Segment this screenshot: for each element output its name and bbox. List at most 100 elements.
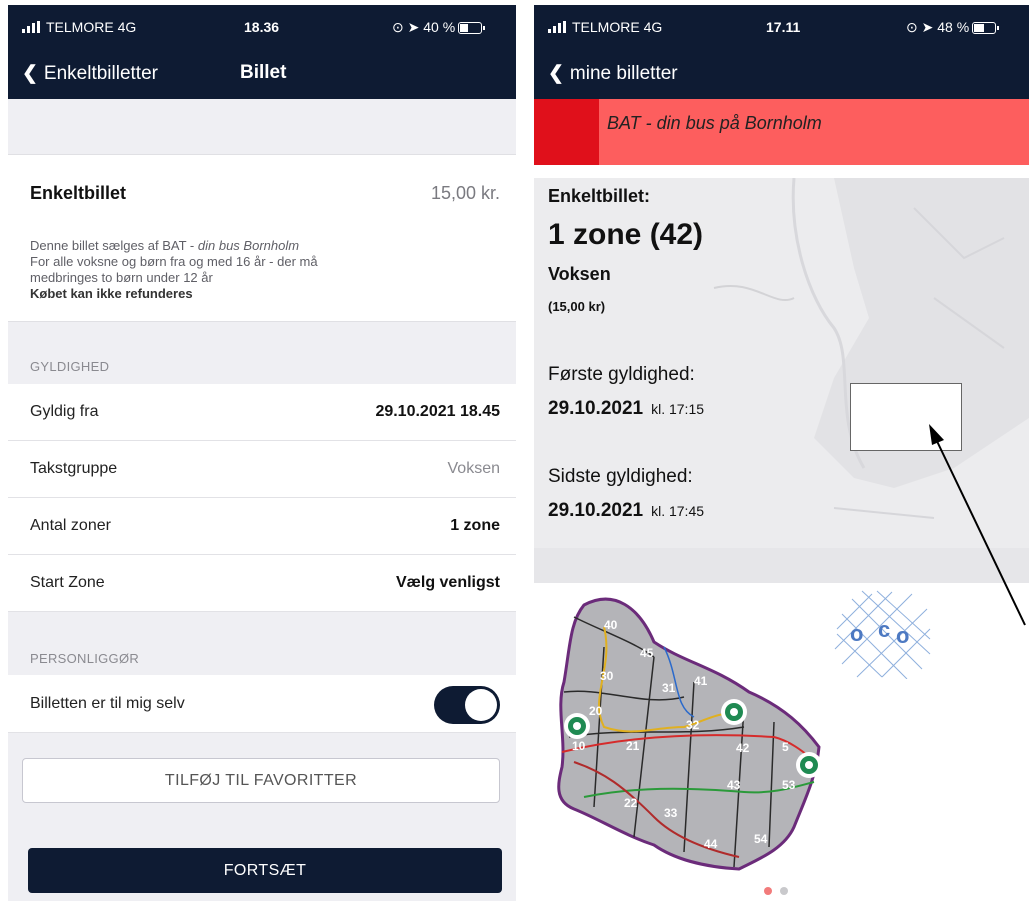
description-line: medbringes to børn under 12 år xyxy=(30,270,213,285)
description-italic: din bus Bornholm xyxy=(197,238,300,253)
ticket-price: 15,00 kr. xyxy=(430,183,500,203)
row-label: Start Zone xyxy=(30,574,105,591)
back-label: mine billetter xyxy=(569,63,678,84)
clock: 17.11 xyxy=(766,19,801,35)
navigation-bar: ❮ Enkeltbilletter Billet xyxy=(8,49,516,99)
battery-icon xyxy=(972,22,1000,34)
system-indicators: ⊙ ➤ 48 % xyxy=(906,19,1000,36)
signal-icon xyxy=(22,21,42,33)
rotation-lock-icon: ⊙ xyxy=(906,19,918,35)
zone-label: 42 xyxy=(736,741,750,755)
location-icon: ➤ xyxy=(407,19,420,35)
zone-label: 5 xyxy=(782,740,789,754)
description-line: For alle voksne og børn fra og med 16 år… xyxy=(30,254,318,269)
location-icon: ➤ xyxy=(921,19,934,35)
page-dot[interactable] xyxy=(780,887,788,895)
row-valid-from[interactable]: Gyldig fra 29.10.2021 18.45 xyxy=(8,384,516,441)
zone-label: 10 xyxy=(572,739,586,753)
page-title: Billet xyxy=(240,62,287,83)
toggle-knob xyxy=(465,689,497,721)
continue-button[interactable]: FORTSÆT xyxy=(28,848,502,893)
last-validity-time: kl. 17:45 xyxy=(651,503,705,519)
ticket-form: Enkeltbillet 15,00 kr. Denne billet sælg… xyxy=(8,99,516,901)
zone-label: 41 xyxy=(694,674,708,688)
svg-text:o: o xyxy=(896,623,909,648)
validity-section-header: GYLDIGHED xyxy=(30,359,110,374)
row-label: Antal zoner xyxy=(30,517,111,534)
passenger-type: Voksen xyxy=(548,264,611,284)
zone-label: 22 xyxy=(624,796,638,810)
row-label: Takstgruppe xyxy=(30,460,118,477)
status-bar: TELMORE 4G 17.11 ⊙ ➤ 48 % xyxy=(534,5,1029,49)
system-indicators: ⊙ ➤ 40 % xyxy=(392,19,486,36)
status-bar: TELMORE 4G 18.36 ⊙ ➤ 40 % xyxy=(8,5,516,49)
personalize-section-header: PERSONLIGGØR xyxy=(30,651,140,666)
carrier-indicator: TELMORE 4G xyxy=(22,19,136,35)
row-value: Voksen xyxy=(447,460,500,477)
chevron-left-icon: ❮ xyxy=(548,63,564,84)
zone-label: 54 xyxy=(754,832,768,846)
map-marker-icon xyxy=(721,699,747,725)
ticket-details: Enkeltbillet: 1 zone (42) Voksen (15,00 … xyxy=(534,178,1029,583)
battery-fill xyxy=(460,24,469,32)
ticket-summary-card: Enkeltbillet 15,00 kr. Denne billet sælg… xyxy=(8,154,516,322)
carrier-label: TELMORE 4G xyxy=(46,19,137,35)
toggle-label: Billetten er til mig selv xyxy=(30,695,185,712)
clock: 18.36 xyxy=(244,19,280,35)
back-button[interactable]: ❮ mine billetter xyxy=(548,62,678,85)
zone-map: 40 45 30 31 41 20 32 10 21 42 5 43 53 22… xyxy=(557,597,822,871)
row-value: 29.10.2021 18.45 xyxy=(375,403,500,420)
zone-label: 21 xyxy=(626,739,640,753)
zone-label: 33 xyxy=(664,806,678,820)
row-value: 1 zone xyxy=(450,517,500,534)
page-dot-active[interactable] xyxy=(764,887,772,895)
banner-text: BAT - din bus på Bornholm xyxy=(607,113,822,133)
last-validity-value: 29.10.2021 kl. 17:45 xyxy=(548,500,704,522)
row-start-zone[interactable]: Start Zone Vælg venligst xyxy=(8,555,516,612)
svg-text:o: o xyxy=(850,621,863,646)
description-line: Denne billet sælges af BAT - xyxy=(30,238,198,253)
carrier-indicator: TELMORE 4G xyxy=(548,19,662,35)
first-validity-date: 29.10.2021 xyxy=(548,398,644,419)
row-label: Gyldig fra xyxy=(30,403,99,420)
navigation-bar: ❮ mine billetter xyxy=(534,49,1029,99)
ticket-description: Denne billet sælges af BAT - din bus Bor… xyxy=(30,238,318,302)
zone-label: 30 xyxy=(600,669,614,683)
battery-percentage: 40 % xyxy=(423,19,456,35)
row-fare-group[interactable]: Takstgruppe Voksen xyxy=(8,441,516,498)
last-validity-date: 29.10.2021 xyxy=(548,500,644,521)
battery-percentage: 48 % xyxy=(937,19,970,35)
page-indicator xyxy=(764,882,796,900)
battery-icon xyxy=(458,22,486,34)
back-button[interactable]: ❮ Enkeltbilletter xyxy=(22,62,158,85)
add-to-favorites-button[interactable]: TILFØJ TIL FAVORITTER xyxy=(22,758,500,803)
back-label: Enkeltbilletter xyxy=(43,63,158,84)
zone-label: 43 xyxy=(727,778,741,792)
operator-security-mark-icon: o c o xyxy=(834,590,931,679)
carrier-label: TELMORE 4G xyxy=(572,19,663,35)
row-value: Vælg venligst xyxy=(395,574,500,591)
blank-code-box xyxy=(850,383,962,451)
ticket-name: Enkeltbillet xyxy=(30,183,127,203)
zone-label: 32 xyxy=(686,718,700,732)
phone-screen-ticket: TELMORE 4G 17.11 ⊙ ➤ 48 % ❮ mine billette… xyxy=(534,5,1029,903)
ticket-zone: 1 zone (42) xyxy=(548,218,704,251)
refund-notice: Købet kan ikke refunderes xyxy=(30,286,193,301)
map-marker-icon xyxy=(796,752,822,778)
ticket-type: Enkeltbillet: xyxy=(548,186,651,206)
chevron-left-icon: ❮ xyxy=(22,63,38,84)
last-validity-label: Sidste gyldighed: xyxy=(548,466,693,487)
first-validity-label: Første gyldighed: xyxy=(548,364,695,385)
phone-screen-purchase: TELMORE 4G 18.36 ⊙ ➤ 40 % ❮ Enkeltbillett… xyxy=(8,5,516,901)
zone-label: 40 xyxy=(604,618,618,632)
zone-label: 45 xyxy=(640,646,654,660)
first-validity-time: kl. 17:15 xyxy=(651,401,705,417)
for-myself-toggle[interactable] xyxy=(434,686,500,724)
first-validity-value: 29.10.2021 kl. 17:15 xyxy=(548,398,704,420)
operator-logo-block xyxy=(534,99,599,165)
row-zone-count[interactable]: Antal zoner 1 zone xyxy=(8,498,516,555)
ticket-display: BAT - din bus på Bornholm Enkeltbillet: … xyxy=(534,99,1029,903)
svg-text:c: c xyxy=(878,617,890,642)
operator-banner: BAT - din bus på Bornholm xyxy=(534,99,1029,165)
zone-label: 44 xyxy=(704,837,718,851)
